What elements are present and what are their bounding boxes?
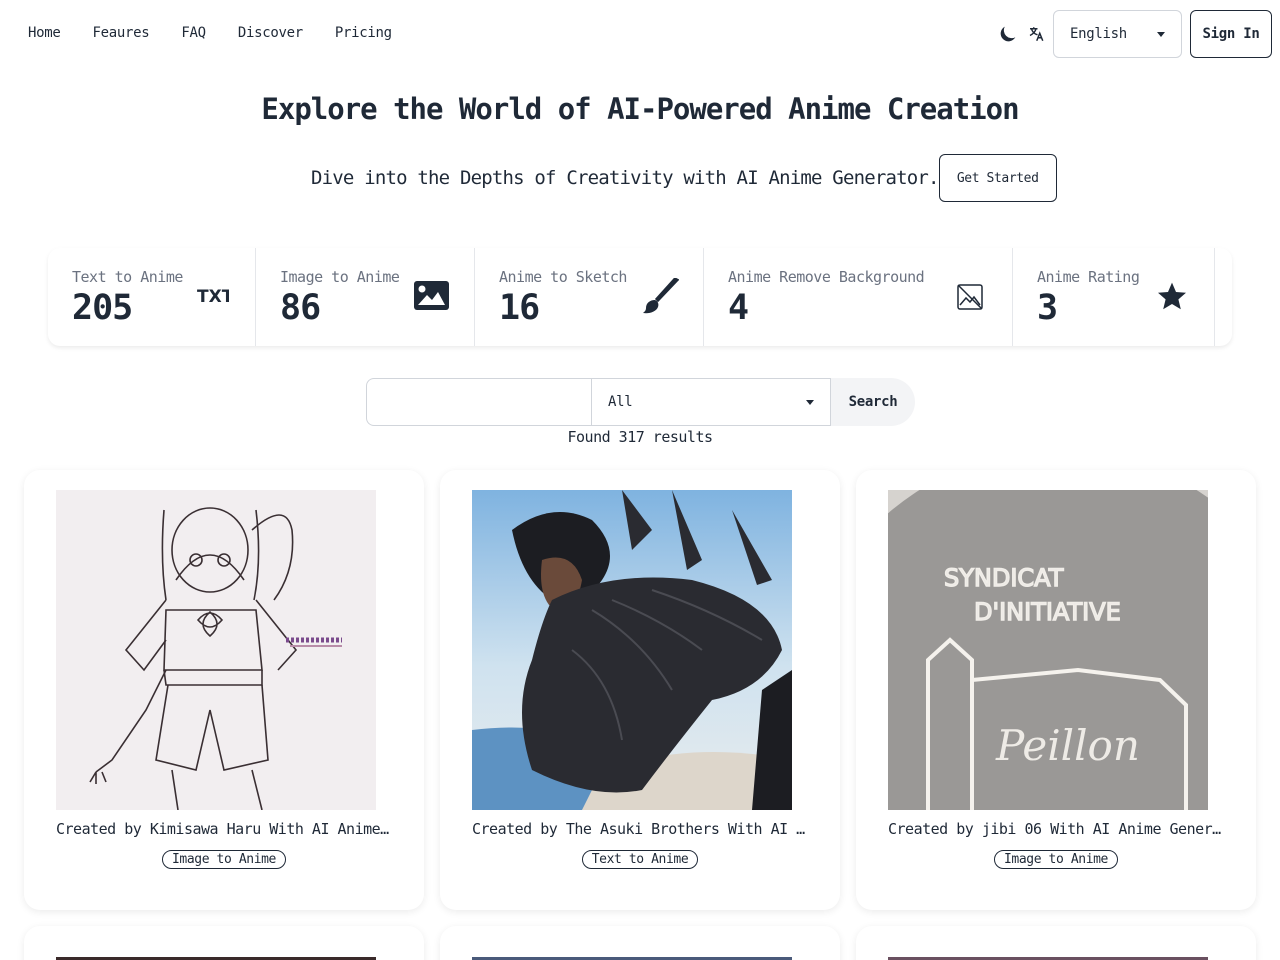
category-tag[interactable]: Image to Anime	[162, 850, 286, 869]
moon-icon[interactable]	[997, 23, 1019, 45]
stat-title: Anime Remove Background	[728, 268, 925, 286]
gallery-image-sketch-girl[interactable]	[56, 490, 376, 810]
image-off-icon	[956, 283, 984, 315]
stat-image-to-anime[interactable]: Image to Anime 86	[256, 248, 475, 346]
results-count: Found 317 results	[567, 428, 713, 446]
gallery-card[interactable]: Created by The Asuki Brothers With AI An…	[440, 470, 840, 910]
stat-value: 4	[728, 288, 749, 328]
nav-home-link[interactable]: Home	[28, 25, 61, 41]
nav-pricing-link[interactable]: Pricing	[335, 25, 392, 41]
chevron-down-icon	[806, 399, 814, 405]
category-tag[interactable]: Image to Anime	[994, 850, 1118, 869]
type-filter-select[interactable]: All	[591, 378, 831, 426]
gallery-card[interactable]	[24, 926, 424, 960]
stat-anime-to-sketch[interactable]: Anime to Sketch 16	[475, 248, 704, 346]
nav-right: English Sign In	[997, 10, 1272, 58]
chevron-down-icon	[1157, 31, 1165, 37]
card-caption: Created by The Asuki Brothers With AI An…	[472, 820, 812, 838]
gallery-card[interactable]	[440, 926, 840, 960]
search-bar: All Search	[366, 378, 915, 426]
stats-bar: Text to Anime 205 TXT Image to Anime 86 …	[48, 248, 1232, 346]
card-caption: Created by Kimisawa Haru With AI Anime G…	[56, 820, 396, 838]
translate-icon[interactable]	[1027, 25, 1045, 43]
txt-icon: TXT	[197, 286, 234, 310]
svg-text:SYNDICAT: SYNDICAT	[944, 564, 1064, 592]
top-nav: Home Feaures FAQ Discover Pricing Englis…	[0, 0, 1280, 68]
svg-text:D'INITIATIVE: D'INITIATIVE	[974, 598, 1121, 626]
card-caption: Created by jibi 06 With AI Anime Generat…	[888, 820, 1228, 838]
search-input[interactable]	[366, 378, 591, 426]
language-select-value: English	[1070, 26, 1127, 42]
card-tag-row: Image to Anime	[24, 850, 424, 869]
gallery-card[interactable]: Created by Kimisawa Haru With AI Anime G…	[24, 470, 424, 910]
svg-text:Peillon: Peillon	[995, 721, 1140, 770]
brush-icon	[642, 277, 680, 319]
hero-subtitle-row: Dive into the Depths of Creativity with …	[311, 154, 1057, 202]
gallery-card[interactable]	[856, 926, 1256, 960]
hero-subtitle: Dive into the Depths of Creativity with …	[311, 167, 940, 189]
nav-faq-link[interactable]: FAQ	[181, 25, 206, 41]
language-select[interactable]: English	[1053, 10, 1182, 58]
nav-links: Home Feaures FAQ Discover Pricing	[28, 25, 424, 41]
card-tag-row: Text to Anime	[440, 850, 840, 869]
stat-anime-remove-background[interactable]: Anime Remove Background 4	[704, 248, 1013, 346]
stat-text-to-anime[interactable]: Text to Anime 205 TXT	[48, 248, 256, 346]
stat-anime-rating[interactable]: Anime Rating 3	[1013, 248, 1215, 346]
search-button[interactable]: Search	[831, 378, 915, 426]
category-tag[interactable]: Text to Anime	[581, 850, 699, 869]
nav-features-link[interactable]: Feaures	[93, 25, 150, 41]
gallery-image-plaque[interactable]: SYNDICAT D'INITIATIVE Peillon	[888, 490, 1208, 810]
sign-in-button[interactable]: Sign In	[1190, 10, 1272, 58]
stat-title: Text to Anime	[72, 268, 183, 286]
type-filter-value: All	[608, 394, 633, 410]
card-tag-row: Image to Anime	[856, 850, 1256, 869]
svg-text:TXT: TXT	[197, 287, 229, 306]
gallery-image-dark-warrior[interactable]	[472, 490, 792, 810]
gallery-card[interactable]: SYNDICAT D'INITIATIVE Peillon Created by…	[856, 470, 1256, 910]
image-icon	[413, 280, 450, 315]
nav-discover-link[interactable]: Discover	[238, 25, 303, 41]
star-icon	[1156, 280, 1188, 316]
get-started-button[interactable]: Get Started	[938, 154, 1057, 202]
page-title: Explore the World of AI-Powered Anime Cr…	[261, 92, 1019, 126]
